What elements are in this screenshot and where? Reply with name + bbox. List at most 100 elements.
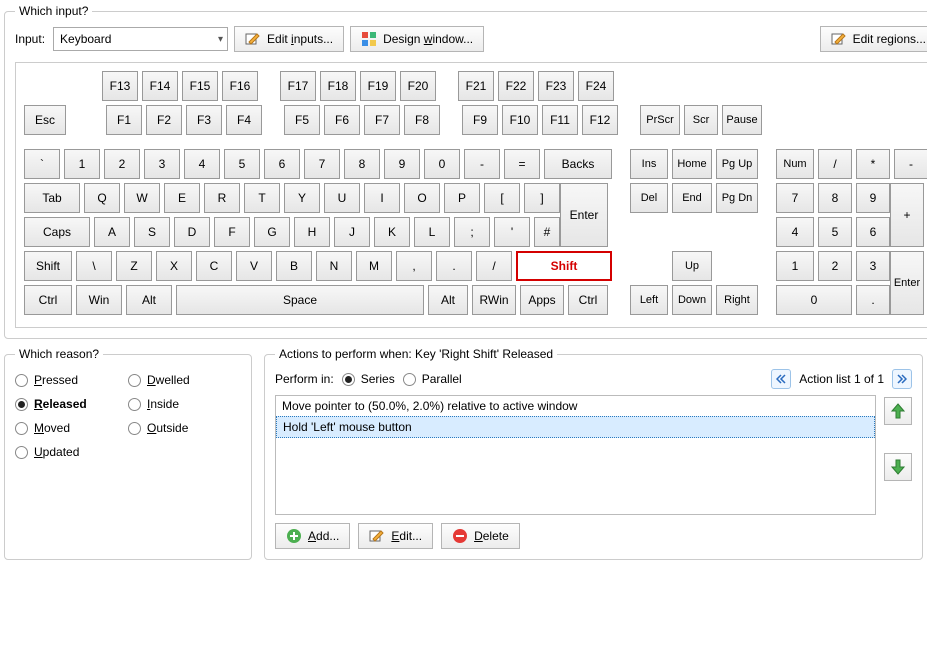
key-e[interactable]: E (164, 183, 200, 213)
key-f8[interactable]: F8 (404, 105, 440, 135)
key-j[interactable]: J (334, 217, 370, 247)
add-action-button[interactable]: Add... (275, 523, 350, 549)
key-1[interactable]: 1 (64, 149, 100, 179)
reason-released-radio[interactable]: Released (15, 397, 128, 411)
key-0[interactable]: 0 (424, 149, 460, 179)
key-x[interactable]: X (156, 251, 192, 281)
design-window-button[interactable]: Design window... (350, 26, 484, 52)
key-numdiv[interactable]: / (818, 149, 852, 179)
key-backtick[interactable]: ` (24, 149, 60, 179)
key-numplus[interactable]: + (890, 183, 924, 247)
key-num5[interactable]: 5 (818, 217, 852, 247)
perform-series-radio[interactable]: Series (342, 372, 395, 386)
key-end[interactable]: End (672, 183, 712, 213)
key-caps[interactable]: Caps (24, 217, 90, 247)
key-num0[interactable]: 0 (776, 285, 852, 315)
key-minus[interactable]: - (464, 149, 500, 179)
key-enter[interactable]: Enter (560, 183, 608, 247)
key-d[interactable]: D (174, 217, 210, 247)
key-f20[interactable]: F20 (400, 71, 436, 101)
reason-inside-radio[interactable]: Inside (128, 397, 241, 411)
key-lbracket[interactable]: [ (484, 183, 520, 213)
key-7[interactable]: 7 (304, 149, 340, 179)
key-8[interactable]: 8 (344, 149, 380, 179)
key-f6[interactable]: F6 (324, 105, 360, 135)
key-w[interactable]: W (124, 183, 160, 213)
key-q[interactable]: Q (84, 183, 120, 213)
key-esc[interactable]: Esc (24, 105, 66, 135)
key-slash[interactable]: / (476, 251, 512, 281)
key-f19[interactable]: F19 (360, 71, 396, 101)
key-b[interactable]: B (276, 251, 312, 281)
key-numdot[interactable]: . (856, 285, 890, 315)
next-action-list-button[interactable] (892, 369, 912, 389)
key-backspace[interactable]: Backs (544, 149, 612, 179)
key-z[interactable]: Z (116, 251, 152, 281)
key-lwin[interactable]: Win (76, 285, 122, 315)
key-c[interactable]: C (196, 251, 232, 281)
key-comma[interactable]: , (396, 251, 432, 281)
key-f13[interactable]: F13 (102, 71, 138, 101)
key-f3[interactable]: F3 (186, 105, 222, 135)
key-f11[interactable]: F11 (542, 105, 578, 135)
key-2[interactable]: 2 (104, 149, 140, 179)
key-i[interactable]: I (364, 183, 400, 213)
key-num7[interactable]: 7 (776, 183, 814, 213)
key-rwin[interactable]: RWin (472, 285, 516, 315)
key-n[interactable]: N (316, 251, 352, 281)
key-a[interactable]: A (94, 217, 130, 247)
key-f15[interactable]: F15 (182, 71, 218, 101)
action-list[interactable]: Move pointer to (50.0%, 2.0%) relative t… (275, 395, 876, 515)
key-f[interactable]: F (214, 217, 250, 247)
key-right[interactable]: Right (716, 285, 758, 315)
key-t[interactable]: T (244, 183, 280, 213)
reason-outside-radio[interactable]: Outside (128, 421, 241, 435)
key-backslash[interactable]: \ (76, 251, 112, 281)
edit-regions-button[interactable]: Edit regions... (820, 26, 927, 52)
key-f14[interactable]: F14 (142, 71, 178, 101)
reason-moved-radio[interactable]: Moved (15, 421, 128, 435)
key-u[interactable]: U (324, 183, 360, 213)
key-down[interactable]: Down (672, 285, 712, 315)
key-pause[interactable]: Pause (722, 105, 762, 135)
edit-action-button[interactable]: Edit... (358, 523, 433, 549)
key-num9[interactable]: 9 (856, 183, 890, 213)
key-num4[interactable]: 4 (776, 217, 814, 247)
key-g[interactable]: G (254, 217, 290, 247)
input-dropdown[interactable]: Keyboard ▾ (53, 27, 228, 51)
key-num8[interactable]: 8 (818, 183, 852, 213)
key-apps[interactable]: Apps (520, 285, 564, 315)
key-f5[interactable]: F5 (284, 105, 320, 135)
key-num1[interactable]: 1 (776, 251, 814, 281)
key-space[interactable]: Space (176, 285, 424, 315)
key-f16[interactable]: F16 (222, 71, 258, 101)
key-f24[interactable]: F24 (578, 71, 614, 101)
key-semicolon[interactable]: ; (454, 217, 490, 247)
key-home[interactable]: Home (672, 149, 712, 179)
key-pgdn[interactable]: Pg Dn (716, 183, 758, 213)
key-quote[interactable]: ' (494, 217, 530, 247)
prev-action-list-button[interactable] (771, 369, 791, 389)
key-f1[interactable]: F1 (106, 105, 142, 135)
key-f4[interactable]: F4 (226, 105, 262, 135)
key-period[interactable]: . (436, 251, 472, 281)
key-hash[interactable]: # (534, 217, 560, 247)
key-o[interactable]: O (404, 183, 440, 213)
reason-updated-radio[interactable]: Updated (15, 445, 128, 459)
key-k[interactable]: K (374, 217, 410, 247)
delete-action-button[interactable]: Delete (441, 523, 520, 549)
key-f7[interactable]: F7 (364, 105, 400, 135)
edit-inputs-button[interactable]: Edit inputs... (234, 26, 344, 52)
move-down-button[interactable] (884, 453, 912, 481)
key-f12[interactable]: F12 (582, 105, 618, 135)
key-numenter[interactable]: Enter (890, 251, 924, 315)
key-lctrl[interactable]: Ctrl (24, 285, 72, 315)
key-f2[interactable]: F2 (146, 105, 182, 135)
key-num6[interactable]: 6 (856, 217, 890, 247)
key-f22[interactable]: F22 (498, 71, 534, 101)
move-up-button[interactable] (884, 397, 912, 425)
key-ralt[interactable]: Alt (428, 285, 468, 315)
key-r[interactable]: R (204, 183, 240, 213)
key-numlock[interactable]: Num (776, 149, 814, 179)
key-rctrl[interactable]: Ctrl (568, 285, 608, 315)
